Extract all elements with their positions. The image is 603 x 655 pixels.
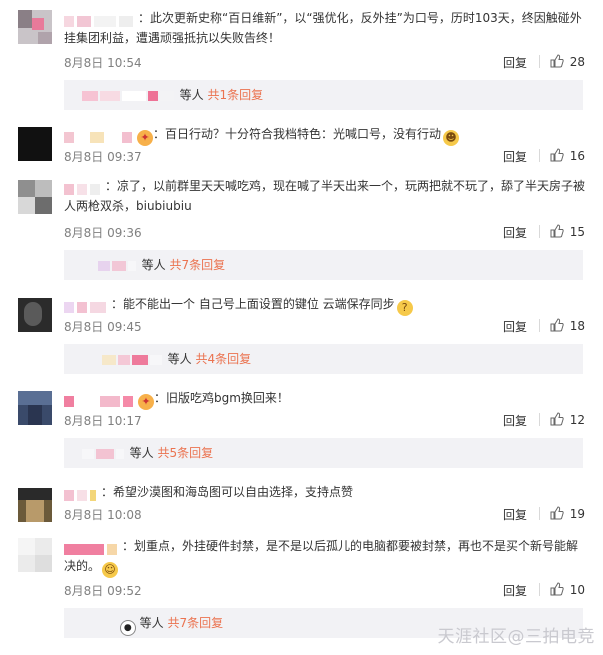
comment-time: 8月8日 09:52 <box>64 584 142 598</box>
like-count: 10 <box>569 583 585 597</box>
like-count: 19 <box>569 507 585 521</box>
replies-suffix: 等人 <box>141 258 166 272</box>
comment-time: 8月8日 10:17 <box>64 414 142 428</box>
thumbs-up-icon <box>550 506 564 520</box>
avatar[interactable] <box>18 488 52 522</box>
comment-meta: 8月8日 09:36 回复 15 <box>64 224 585 240</box>
thumbs-up-icon <box>550 224 564 238</box>
comment-meta: 8月8日 09:52 回复 10 <box>64 582 585 598</box>
view-replies-link[interactable]: 共7条回复 <box>168 616 224 630</box>
comment-meta: 8月8日 10:08 回复 19 <box>64 506 585 522</box>
like-button[interactable]: 28 <box>550 54 585 69</box>
avatar[interactable] <box>18 391 52 425</box>
avatar[interactable] <box>18 180 52 214</box>
smile-emoji: ☺ <box>102 562 119 578</box>
username[interactable] <box>64 487 99 501</box>
view-replies-link[interactable]: 共5条回复 <box>158 446 214 460</box>
comment-time: 8月8日 09:36 <box>64 226 142 240</box>
comment-text: ：划重点，外挂硬件封禁，是不是以后孤儿的电脑都要被封禁，再也不是买个新号能解决的… <box>64 539 579 573</box>
username[interactable] <box>64 393 136 407</box>
like-count: 16 <box>569 149 585 163</box>
like-button[interactable]: 16 <box>550 148 585 163</box>
reply-button[interactable]: 回复 <box>503 412 527 429</box>
comment-meta: 8月8日 09:45 回复 18 <box>64 318 585 334</box>
thumbs-up-icon <box>550 148 564 162</box>
divider <box>539 149 540 162</box>
thumbs-up-icon <box>550 54 564 68</box>
comment-time: 8月8日 09:37 <box>64 150 142 164</box>
replies-summary: 等人 共5条回复 <box>64 438 583 468</box>
comment-meta: 8月8日 10:54 回复 28 <box>64 54 585 70</box>
like-button[interactable]: 19 <box>550 506 585 521</box>
watermark: 天涯社区@三拍电竞 <box>437 627 595 647</box>
avatar[interactable] <box>18 127 52 161</box>
comment-time: 8月8日 10:08 <box>64 508 142 522</box>
reply-button[interactable]: 回复 <box>503 224 527 241</box>
reply-button[interactable]: 回复 <box>503 318 527 335</box>
thumbs-up-icon <box>550 318 564 332</box>
like-count: 15 <box>569 225 585 239</box>
comment-meta: 8月8日 10:17 回复 12 <box>64 412 585 428</box>
avatar[interactable] <box>18 10 52 44</box>
replies-suffix: 等人 <box>179 88 204 102</box>
replies-suffix: 等人 <box>129 446 154 460</box>
divider <box>539 413 540 426</box>
comment-text: ：百日行动？十分符合我档特色：光喊口号，没有行动 <box>153 127 442 141</box>
divider <box>539 55 540 68</box>
comment-text: ：此次更新史称“百日维新”，以“强优化，反外挂”为口号，历时103天，终因触碰外… <box>64 11 582 45</box>
like-button[interactable]: 18 <box>550 318 585 333</box>
username[interactable] <box>64 541 120 555</box>
username[interactable] <box>64 129 135 143</box>
divider <box>539 507 540 520</box>
divider <box>539 225 540 238</box>
replies-summary: 等人 共4条回复 <box>64 344 583 374</box>
username[interactable] <box>64 181 103 195</box>
fire-icon: ✦ <box>137 130 153 146</box>
replies-summary: 等人 共1条回复 <box>64 80 583 110</box>
avatar[interactable] <box>18 538 52 572</box>
like-count: 12 <box>569 413 585 427</box>
divider <box>539 319 540 332</box>
thumbs-up-icon <box>550 412 564 426</box>
username[interactable] <box>64 299 109 313</box>
replies-summary: 等人 共7条回复 <box>64 250 583 280</box>
view-replies-link[interactable]: 共4条回复 <box>196 352 252 366</box>
reply-button[interactable]: 回复 <box>503 582 527 599</box>
comment-meta: 8月8日 09:37 回复 16 <box>64 148 585 164</box>
reply-button[interactable]: 回复 <box>503 148 527 165</box>
replies-suffix: 等人 <box>139 616 164 630</box>
comment-text: ：旧版吃鸡bgm换回来！ <box>154 391 289 405</box>
like-count: 28 <box>569 55 585 69</box>
grin-emoji: ☻ <box>443 130 460 146</box>
avatar[interactable] <box>18 298 52 332</box>
badge-icon: ✦ <box>138 394 154 410</box>
like-button[interactable]: 12 <box>550 412 585 427</box>
replies-suffix: 等人 <box>167 352 192 366</box>
comment-text: ：凉了，以前群里天天喊吃鸡，现在喊了半天出来一个，玩两把就不玩了，舔了半天房子被… <box>64 179 586 213</box>
reply-button[interactable]: 回复 <box>503 506 527 523</box>
reply-button[interactable]: 回复 <box>503 54 527 71</box>
like-count: 18 <box>569 319 585 333</box>
thinking-emoji: ? <box>396 300 413 316</box>
thumbs-up-icon <box>550 582 564 596</box>
comment-time: 8月8日 09:45 <box>64 320 142 334</box>
panda-icon: ● <box>119 620 136 636</box>
comment-time: 8月8日 10:54 <box>64 56 142 70</box>
divider <box>539 583 540 596</box>
comment-text: ：能不能出一个 自己号上面设置的键位 云端保存同步 <box>111 297 395 311</box>
view-replies-link[interactable]: 共1条回复 <box>208 88 264 102</box>
like-button[interactable]: 15 <box>550 224 585 239</box>
like-button[interactable]: 10 <box>550 582 585 597</box>
comment-text: ：希望沙漠图和海岛图可以自由选择，支持点赞 <box>101 485 354 499</box>
view-replies-link[interactable]: 共7条回复 <box>170 258 226 272</box>
username[interactable] <box>64 13 136 27</box>
